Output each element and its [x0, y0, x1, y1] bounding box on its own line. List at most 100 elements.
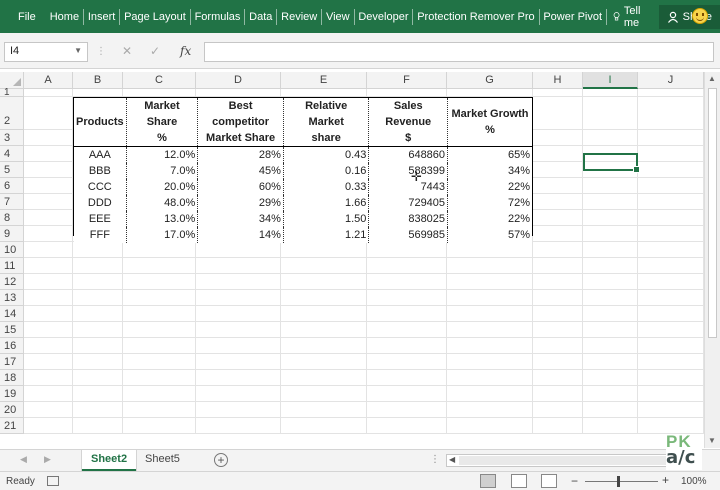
- table-cell[interactable]: DDD: [74, 195, 127, 211]
- row-header-4[interactable]: 4: [0, 146, 24, 162]
- table-cell[interactable]: 7.0%: [126, 163, 199, 179]
- table-cell[interactable]: 57%: [448, 227, 532, 243]
- column-header-h[interactable]: H: [533, 72, 583, 89]
- row-header-13[interactable]: 13: [0, 290, 24, 306]
- zoom-level[interactable]: 100%: [681, 476, 707, 487]
- column-header-f[interactable]: F: [367, 72, 447, 89]
- table-cell[interactable]: 14%: [197, 227, 284, 243]
- zoom-slider-thumb[interactable]: [617, 476, 620, 487]
- row-header-9[interactable]: 9: [0, 226, 24, 242]
- table-cell[interactable]: FFF: [74, 227, 127, 243]
- table-cell[interactable]: 20.0%: [126, 179, 199, 195]
- tab-split-grip-icon[interactable]: ⋮: [430, 454, 440, 465]
- name-box[interactable]: I4 ▼: [4, 42, 88, 62]
- header-sales-revenue[interactable]: Sales Revenue $: [368, 98, 449, 147]
- header-relative-market-share[interactable]: Relative Market share: [283, 98, 370, 147]
- column-header-d[interactable]: D: [196, 72, 281, 89]
- zoom-in-icon[interactable]: +: [662, 473, 669, 487]
- table-cell[interactable]: 838025: [368, 211, 449, 227]
- table-cell[interactable]: 1.21: [283, 227, 370, 243]
- table-cell[interactable]: 569985: [368, 227, 449, 243]
- row-header-18[interactable]: 18: [0, 370, 24, 386]
- active-cell-selection[interactable]: [583, 153, 640, 173]
- table-cell[interactable]: 60%: [197, 179, 284, 195]
- page-layout-view-icon[interactable]: [511, 474, 527, 488]
- cancel-icon[interactable]: ✕: [122, 44, 132, 58]
- tab-power-pivot[interactable]: Power Pivot: [539, 0, 606, 33]
- row-header-10[interactable]: 10: [0, 242, 24, 258]
- tab-page-layout[interactable]: Page Layout: [120, 0, 190, 33]
- tab-file[interactable]: File: [0, 0, 46, 33]
- tell-me-search[interactable]: Tell me: [607, 5, 655, 29]
- tab-review[interactable]: Review: [277, 0, 321, 33]
- page-break-view-icon[interactable]: [541, 474, 557, 488]
- column-header-i[interactable]: I: [583, 72, 638, 89]
- table-cell[interactable]: 588399: [368, 163, 449, 179]
- table-cell[interactable]: 22%: [448, 211, 532, 227]
- sheet-tab-sheet2[interactable]: Sheet2: [82, 450, 137, 471]
- zoom-slider[interactable]: [585, 481, 658, 482]
- vertical-scrollbar[interactable]: ▲ ▼: [704, 72, 720, 448]
- vertical-scroll-thumb[interactable]: [708, 88, 717, 338]
- row-header-19[interactable]: 19: [0, 386, 24, 402]
- scroll-down-icon[interactable]: ▼: [708, 436, 716, 445]
- tab-formulas[interactable]: Formulas: [191, 0, 245, 33]
- table-cell[interactable]: 72%: [448, 195, 532, 211]
- table-cell[interactable]: CCC: [74, 179, 127, 195]
- table-cell[interactable]: 7443: [368, 179, 449, 195]
- table-cell[interactable]: 34%: [197, 211, 284, 227]
- feedback-smiley-icon[interactable]: [692, 8, 708, 24]
- add-sheet-icon[interactable]: +: [214, 453, 228, 467]
- row-header-6[interactable]: 6: [0, 178, 24, 194]
- sheet-prev-icon[interactable]: ◀: [20, 454, 27, 465]
- column-header-j[interactable]: J: [638, 72, 704, 89]
- table-cell[interactable]: 13.0%: [126, 211, 199, 227]
- table-cell[interactable]: 0.16: [283, 163, 370, 179]
- column-header-c[interactable]: C: [123, 72, 196, 89]
- table-cell[interactable]: 648860: [368, 146, 449, 163]
- row-header-17[interactable]: 17: [0, 354, 24, 370]
- table-cell[interactable]: 29%: [197, 195, 284, 211]
- sheet-tab-sheet5[interactable]: Sheet5: [136, 450, 189, 471]
- table-cell[interactable]: 1.50: [283, 211, 370, 227]
- row-header-7[interactable]: 7: [0, 194, 24, 210]
- table-cell[interactable]: 34%: [448, 163, 532, 179]
- scroll-up-icon[interactable]: ▲: [708, 74, 716, 83]
- sheet-next-icon[interactable]: ▶: [44, 454, 51, 465]
- row-header-21[interactable]: 21: [0, 418, 24, 434]
- row-header-15[interactable]: 15: [0, 322, 24, 338]
- header-best-competitor[interactable]: Best competitor Market Share: [197, 98, 284, 147]
- tab-developer[interactable]: Developer: [354, 0, 412, 33]
- chevron-down-icon[interactable]: ▼: [74, 46, 82, 55]
- table-cell[interactable]: 1.66: [283, 195, 370, 211]
- insert-function-icon[interactable]: fx: [180, 44, 191, 58]
- column-header-a[interactable]: A: [24, 72, 73, 89]
- table-cell[interactable]: 48.0%: [126, 195, 199, 211]
- column-header-e[interactable]: E: [281, 72, 367, 89]
- table-cell[interactable]: EEE: [74, 211, 127, 227]
- tab-protection-remover-pro[interactable]: Protection Remover Pro: [413, 0, 538, 33]
- row-header-3[interactable]: 3: [0, 130, 24, 146]
- horizontal-scrollbar[interactable]: ◀: [446, 454, 692, 467]
- tab-home[interactable]: Home: [46, 0, 83, 33]
- table-cell[interactable]: AAA: [74, 146, 127, 163]
- row-header-12[interactable]: 12: [0, 274, 24, 290]
- tab-data[interactable]: Data: [245, 0, 276, 33]
- column-header-g[interactable]: G: [447, 72, 533, 89]
- row-header-20[interactable]: 20: [0, 402, 24, 418]
- scroll-left-icon[interactable]: ◀: [449, 455, 455, 464]
- table-cell[interactable]: 12.0%: [126, 146, 199, 163]
- row-header-2[interactable]: 2: [0, 97, 24, 130]
- row-header-11[interactable]: 11: [0, 258, 24, 274]
- normal-view-icon[interactable]: [480, 474, 496, 488]
- zoom-out-icon[interactable]: −: [571, 474, 578, 488]
- formula-input[interactable]: [204, 42, 714, 62]
- column-header-b[interactable]: B: [73, 72, 123, 89]
- row-header-8[interactable]: 8: [0, 210, 24, 226]
- table-cell[interactable]: 0.33: [283, 179, 370, 195]
- table-cell[interactable]: 17.0%: [126, 227, 199, 243]
- table-cell[interactable]: 28%: [197, 146, 284, 163]
- table-cell[interactable]: 729405: [368, 195, 449, 211]
- row-header-16[interactable]: 16: [0, 338, 24, 354]
- share-button[interactable]: Share: [658, 4, 720, 29]
